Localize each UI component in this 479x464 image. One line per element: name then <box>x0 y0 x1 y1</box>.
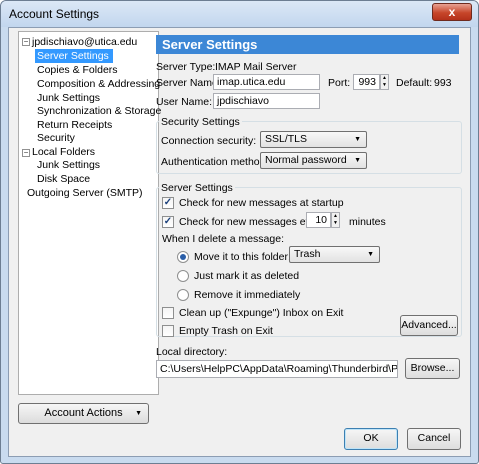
check-startup-checkbox[interactable]: ✓ <box>162 197 174 209</box>
trash-folder-select[interactable]: Trash ▼ <box>289 246 380 263</box>
check-every-label[interactable]: Check for new messages every <box>179 216 325 228</box>
auth-method-value: Normal password <box>265 154 347 166</box>
server-name-field[interactable]: imap.utica.edu <box>213 74 320 90</box>
server-type-label: Server Type: <box>156 61 216 73</box>
close-button[interactable]: x <box>432 3 472 21</box>
tree-item-security[interactable]: Security <box>37 131 75 145</box>
server-type-value: IMAP Mail Server <box>215 61 297 73</box>
server-settings-group-title: Server Settings <box>159 182 235 194</box>
user-name-field[interactable]: jpdischiavo <box>213 93 320 109</box>
check-every-checkbox[interactable]: ✓ <box>162 216 174 228</box>
tree-item-disk-space[interactable]: Disk Space <box>37 172 90 186</box>
move-to-folder-radio[interactable] <box>177 251 189 263</box>
move-to-folder-label[interactable]: Move it to this folder: <box>194 251 291 263</box>
user-name-label: User Name: <box>156 96 213 108</box>
cancel-button[interactable]: Cancel <box>407 428 461 450</box>
title-bar: Account Settings x <box>1 1 478 27</box>
port-field[interactable]: 993 <box>353 74 380 90</box>
check-interval-field[interactable]: 10 <box>306 212 331 228</box>
tree-item-local-junk-settings[interactable]: Junk Settings <box>37 158 100 172</box>
tree-item-copies-folders[interactable]: Copies & Folders <box>37 63 118 77</box>
empty-trash-checkbox[interactable] <box>162 325 174 337</box>
ok-button[interactable]: OK <box>344 428 398 450</box>
mark-deleted-label[interactable]: Just mark it as deleted <box>194 270 299 282</box>
spin-up-icon[interactable]: ▲ <box>382 75 387 81</box>
page-title: Server Settings <box>156 35 459 54</box>
expunge-label[interactable]: Clean up ("Expunge") Inbox on Exit <box>179 307 343 319</box>
collapse-local-folders-toggle[interactable]: − <box>22 149 30 157</box>
check-interval-unit: minutes <box>349 216 386 228</box>
connection-security-select[interactable]: SSL/TLS ▼ <box>260 131 367 148</box>
chevron-down-icon: ▼ <box>135 410 142 417</box>
expunge-checkbox[interactable] <box>162 307 174 319</box>
empty-trash-label[interactable]: Empty Trash on Exit <box>179 325 273 337</box>
tree-item-outgoing-server[interactable]: Outgoing Server (SMTP) <box>27 186 143 200</box>
port-label: Port: <box>328 77 351 89</box>
port-spinner[interactable]: ▲ ▼ <box>380 74 389 90</box>
account-actions-label: Account Actions <box>44 407 123 419</box>
browse-button[interactable]: Browse... <box>405 358 460 379</box>
chevron-down-icon: ▼ <box>354 157 361 164</box>
account-settings-window: Account Settings x − jpdischiavo@utica.e… <box>0 0 479 464</box>
delete-message-label: When I delete a message: <box>162 233 284 245</box>
local-directory-field[interactable]: C:\Users\HelpPC\AppData\Roaming\Thunderb… <box>156 360 398 378</box>
check-startup-label[interactable]: Check for new messages at startup <box>179 197 344 209</box>
chevron-down-icon: ▼ <box>367 251 374 258</box>
spin-down-icon[interactable]: ▼ <box>382 82 387 88</box>
connection-security-label: Connection security: <box>161 135 257 147</box>
mark-deleted-radio[interactable] <box>177 270 189 282</box>
remove-immediately-radio[interactable] <box>177 289 189 301</box>
account-actions-button[interactable]: Account Actions ▼ <box>18 403 149 424</box>
remove-immediately-label[interactable]: Remove it immediately <box>194 289 300 301</box>
trash-folder-value: Trash <box>294 248 321 260</box>
chevron-down-icon: ▼ <box>354 136 361 143</box>
tree-item-junk-settings[interactable]: Junk Settings <box>37 91 100 105</box>
default-port-label: Default: <box>396 77 433 89</box>
tree-item-local-folders[interactable]: Local Folders <box>32 145 95 159</box>
dialog-body: − jpdischiavo@utica.edu Server Settings … <box>8 27 471 457</box>
default-port-value: 993 <box>434 77 452 89</box>
spin-up-icon[interactable]: ▲ <box>333 213 338 219</box>
tree-item-sync-storage[interactable]: Synchronization & Storage <box>37 104 161 118</box>
tree-item-account[interactable]: jpdischiavo@utica.edu <box>32 35 137 49</box>
connection-security-value: SSL/TLS <box>265 133 308 145</box>
spin-down-icon[interactable]: ▼ <box>333 220 338 226</box>
tree-item-composition[interactable]: Composition & Addressing <box>37 77 160 91</box>
check-interval-spinner[interactable]: ▲ ▼ <box>331 212 340 228</box>
collapse-account-toggle[interactable]: − <box>22 38 30 46</box>
account-tree[interactable]: − jpdischiavo@utica.edu Server Settings … <box>18 31 161 395</box>
window-title: Account Settings <box>9 7 100 21</box>
auth-method-select[interactable]: Normal password ▼ <box>260 152 367 169</box>
server-name-label: Server Name: <box>156 77 221 89</box>
tree-item-server-settings[interactable]: Server Settings <box>35 49 113 63</box>
local-directory-label: Local directory: <box>156 346 228 358</box>
security-settings-title: Security Settings <box>159 116 242 128</box>
tree-item-return-receipts[interactable]: Return Receipts <box>37 118 112 132</box>
advanced-button[interactable]: Advanced... <box>400 315 458 336</box>
auth-method-label: Authentication method: <box>161 156 269 168</box>
